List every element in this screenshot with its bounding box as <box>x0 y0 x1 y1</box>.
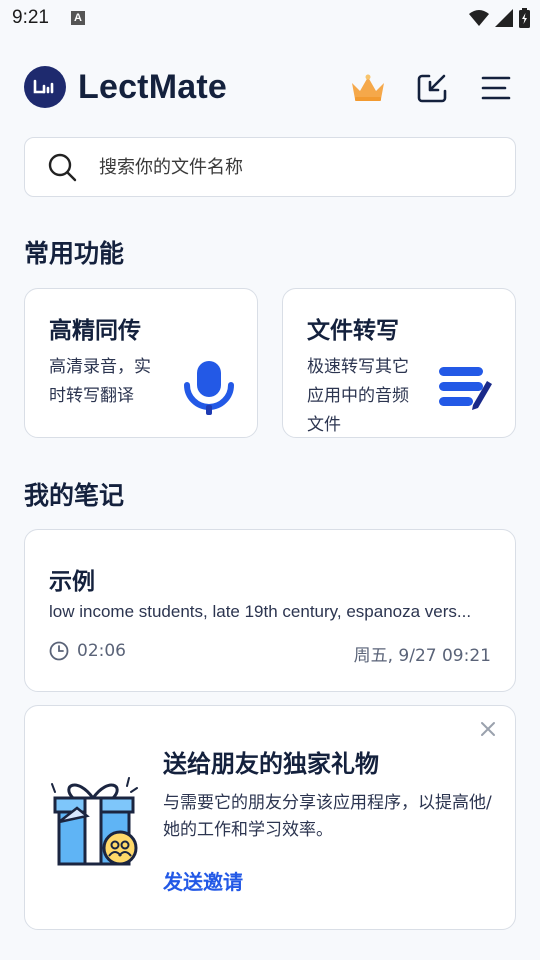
close-button[interactable] <box>477 718 499 740</box>
gift-icon <box>47 772 143 872</box>
clock-icon <box>49 641 69 661</box>
note-date: 周五, 9/27 09:21 <box>353 646 491 666</box>
feature-title: 文件转写 <box>307 318 399 344</box>
crown-icon <box>352 74 384 101</box>
note-preview: low income students, late 19th century, … <box>49 602 472 621</box>
import-icon <box>417 74 447 103</box>
note-card[interactable]: 示例 low income students, late 19th centur… <box>24 529 516 692</box>
status-bar: 9:21 A <box>0 0 540 36</box>
import-button[interactable] <box>412 68 452 108</box>
wifi-icon <box>469 10 489 26</box>
menu-button[interactable] <box>476 68 516 108</box>
close-icon <box>481 722 495 736</box>
search-input[interactable] <box>99 156 459 178</box>
feature-title: 高精同传 <box>49 318 141 344</box>
invite-card: 送给朋友的独家礼物 与需要它的朋友分享该应用程序，以提高他/她的工作和学习效率。… <box>24 705 516 930</box>
notification-icon: A <box>70 11 85 25</box>
app-title: LectMate <box>78 67 227 106</box>
note-duration-value: 02:06 <box>77 641 126 661</box>
app-header: LectMate <box>24 64 516 110</box>
feature-desc: 高清录音，实时转写翻译 <box>49 357 151 406</box>
app-logo-icon <box>24 66 66 108</box>
microphone-icon <box>183 359 235 421</box>
search-icon <box>48 153 77 182</box>
send-invite-link[interactable]: 发送邀请 <box>163 866 243 895</box>
status-time: 9:21 <box>12 7 49 28</box>
hamburger-menu-icon <box>481 76 511 100</box>
note-title: 示例 <box>49 569 95 595</box>
search-bar[interactable] <box>24 137 516 197</box>
invite-title: 送给朋友的独家礼物 <box>163 750 379 778</box>
signal-icon <box>495 9 513 27</box>
battery-icon <box>519 8 530 28</box>
section-title-my-notes: 我的笔记 <box>24 481 125 510</box>
feature-card-live-translation[interactable]: 高精同传 高清录音，实时转写翻译 <box>24 288 258 438</box>
feature-desc: 极速转写其它应用中的音频文件 <box>307 357 409 435</box>
section-title-common-features: 常用功能 <box>24 239 125 268</box>
invite-desc: 与需要它的朋友分享该应用程序，以提高他/她的工作和学习效率。 <box>163 793 492 840</box>
feature-card-file-transcription[interactable]: 文件转写 极速转写其它应用中的音频文件 <box>282 288 516 438</box>
note-duration: 02:06 <box>49 641 126 661</box>
document-edit-icon <box>437 365 493 415</box>
premium-button[interactable] <box>348 68 388 108</box>
